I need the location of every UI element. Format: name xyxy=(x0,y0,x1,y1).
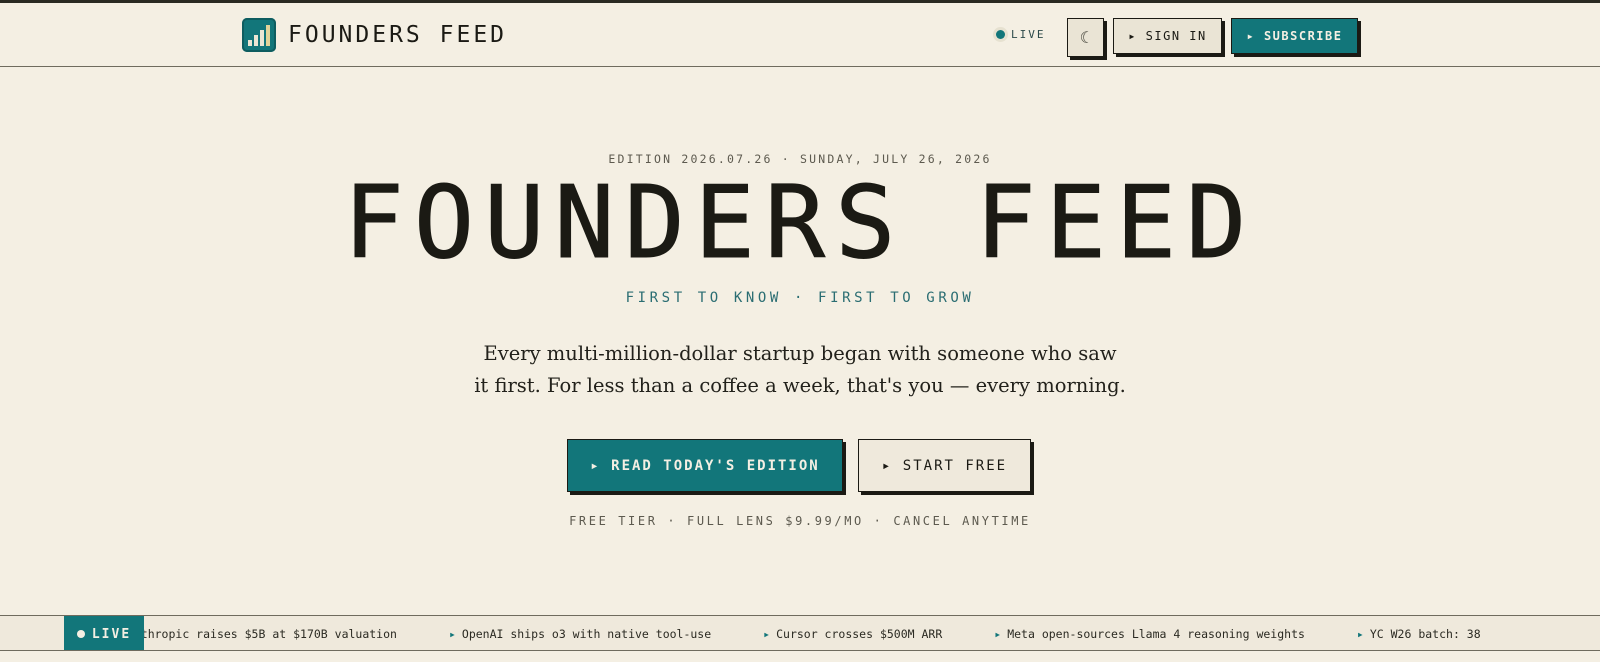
site-header: FOUNDERS FEED LIVE ☾ ▸ SIGN IN ▸ SUBSCRI… xyxy=(0,3,1600,67)
moon-icon: ☾ xyxy=(1079,28,1092,47)
arrow-icon: ▸ xyxy=(448,627,456,641)
theme-toggle-button[interactable]: ☾ xyxy=(1067,18,1104,57)
live-label: LIVE xyxy=(1011,28,1046,41)
brand-logo-link[interactable]: FOUNDERS FEED xyxy=(242,18,507,52)
hero-title: FOUNDERS FEED xyxy=(343,164,1257,281)
ticker-items: ▸Anthropic raises $5B at $170B valuation… xyxy=(114,616,1533,650)
hero-tagline: FIRST TO KNOW · FIRST TO GROW xyxy=(625,290,975,306)
subscribe-button[interactable]: ▸ SUBSCRIBE xyxy=(1231,18,1358,54)
pricing-note: FREE TIER · FULL LENS $9.99/MO · CANCEL … xyxy=(569,514,1031,528)
arrow-icon: ▸ xyxy=(994,627,1002,641)
hero-description-line-1: Every multi-million-dollar startup began… xyxy=(483,342,1117,365)
hero-description: Every multi-million-dollar startup began… xyxy=(0,338,1600,402)
news-ticker: LIVE ▸Anthropic raises $5B at $170B valu… xyxy=(0,615,1600,651)
arrow-icon: ▸ xyxy=(763,627,771,641)
ticker-item[interactable]: ▸Anthropic raises $5B at $170B valuation xyxy=(114,627,397,641)
ticker-item[interactable]: ▸ Cursor crosses $500M ARR xyxy=(763,627,942,641)
start-free-button[interactable]: ▸ START FREE xyxy=(858,439,1031,492)
arrow-icon: ▸ xyxy=(1356,627,1364,641)
hero-description-line-2: it first. For less than a coffee a week,… xyxy=(474,374,1126,397)
brand-name: FOUNDERS FEED xyxy=(288,22,508,48)
live-dot-icon xyxy=(76,630,85,638)
live-dot-icon xyxy=(996,30,1005,39)
sign-in-button[interactable]: ▸ SIGN IN xyxy=(1113,18,1222,54)
ticker-item[interactable]: ▸ YC W26 batch: 38 xyxy=(1357,627,1481,641)
ticker-item[interactable]: ▸ OpenAI ships o3 with native tool-use xyxy=(449,627,711,641)
live-indicator: LIVE xyxy=(996,28,1046,41)
ticker-live-label: LIVE xyxy=(91,626,132,642)
read-edition-button[interactable]: ▸ READ TODAY'S EDITION xyxy=(567,439,843,492)
signal-bars-icon xyxy=(242,18,276,52)
ticker-live-badge: LIVE xyxy=(64,616,144,650)
ticker-item[interactable]: ▸ Meta open-sources Llama 4 reasoning wei… xyxy=(994,627,1305,641)
